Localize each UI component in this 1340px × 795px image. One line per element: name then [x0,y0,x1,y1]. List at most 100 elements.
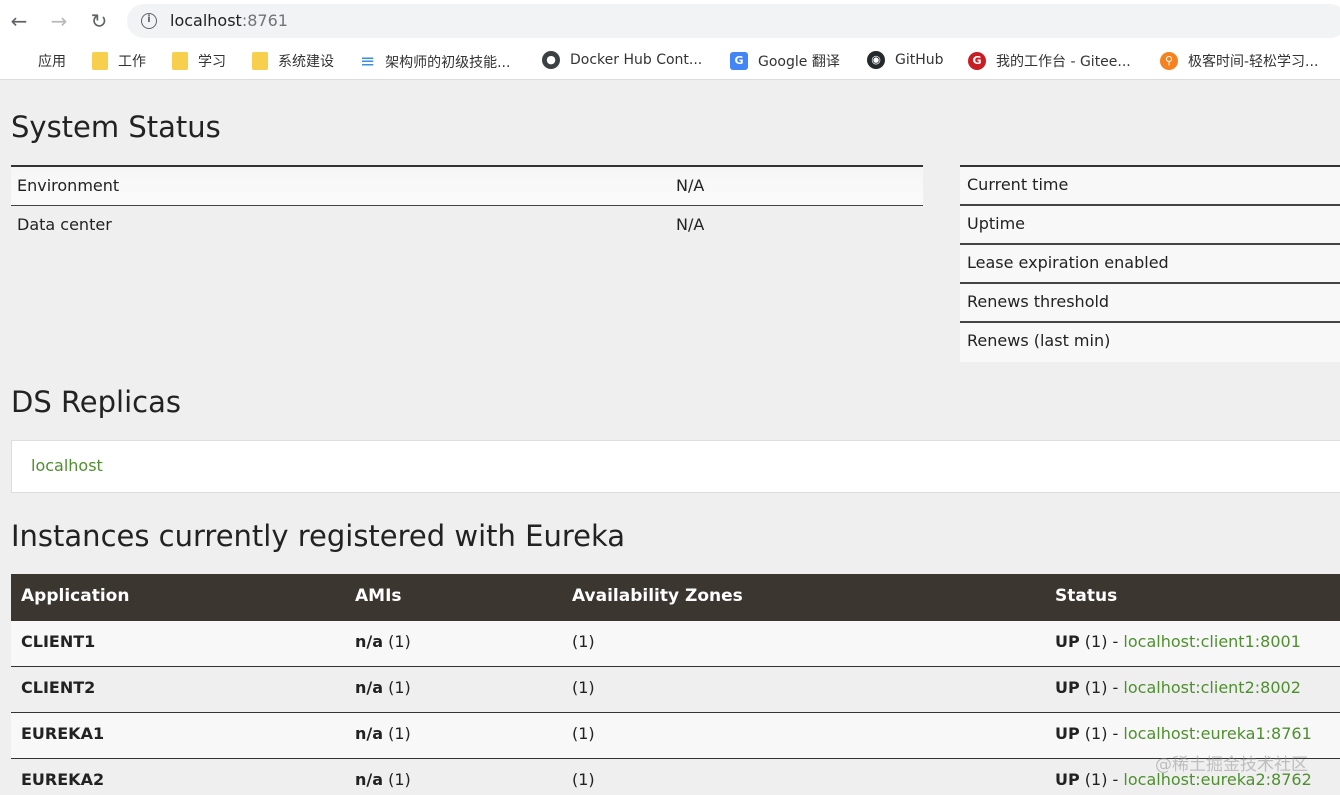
bookmark-github[interactable]: ◉ GitHub [867,51,944,69]
table-row: Renews (last min) [960,323,1340,362]
bookmark-system-build[interactable]: 系统建设 [252,51,334,71]
replica-link[interactable]: localhost [31,456,103,475]
status-count: (1) - [1079,770,1124,789]
bookmark-google-translate[interactable]: G Google 翻译 [730,51,840,71]
table-row: Uptime [960,206,1340,245]
status-count: (1) - [1079,724,1124,743]
bookmark-docker-hub[interactable]: ● Docker Hub Cont... [542,51,702,69]
status-cell: UP (1) - localhost:client1:8001 [1055,632,1301,651]
bookmark-label: Docker Hub Cont... [570,52,703,68]
bookmark-work[interactable]: 工作 [92,51,146,71]
watermark: @稀土掘金技术社区 [1155,755,1308,775]
ami-value: n/a [355,632,384,651]
table-row: EUREKA2 n/a (1) (1) UP (1) - localhost:e… [11,759,1340,795]
bookmarks-bar: 应用 工作 学习 系统建设 ≡ 架构师的初级技能... ● Docker Hub… [0,42,1340,80]
google-translate-icon: G [730,52,748,70]
table-row: CLIENT1 n/a (1) (1) UP (1) - localhost:c… [11,621,1340,667]
folder-icon [172,52,188,70]
bookmark-study[interactable]: 学习 [172,51,226,71]
status-cell: UP (1) - localhost:eureka1:8761 [1055,724,1312,743]
reload-icon[interactable]: ↻ [86,8,112,34]
bookmark-gitee[interactable]: G 我的工作台 - Gitee... [968,51,1131,71]
status-key: Environment [17,176,120,195]
geektime-icon: ⚲ [1160,52,1178,70]
ami-cell: n/a (1) [355,724,411,743]
bookmark-label: 我的工作台 - Gitee... [996,54,1131,70]
status-value: N/A [676,215,705,234]
instance-link[interactable]: localhost:client1:8001 [1123,632,1300,651]
table-header: Application AMIs Availability Zones Stat… [11,574,1340,621]
address-bar[interactable]: i localhost:8761 [127,4,1340,38]
table-row: Environment N/A [11,167,923,206]
ami-cell: n/a (1) [355,770,411,789]
instance-link[interactable]: localhost:eureka1:8761 [1123,724,1311,743]
zone-cell: (1) [572,678,595,697]
bookmark-label: 极客时间-轻松学习... [1188,54,1319,70]
zone-cell: (1) [572,724,595,743]
app-name: CLIENT1 [21,632,96,651]
system-info-table: Current time Uptime Lease expiration ena… [960,165,1340,362]
url-text[interactable]: localhost:8761 [170,11,288,30]
url-port: :8761 [241,11,288,30]
header-availability-zones: Availability Zones [572,586,743,606]
bookmark-label: 应用 [38,54,66,70]
ds-replicas-title: DS Replicas [11,385,181,419]
status-count: (1) - [1079,632,1124,651]
header-amis: AMIs [355,586,402,606]
status-value: UP [1055,632,1080,651]
app-name: EUREKA1 [21,724,105,743]
ami-value: n/a [355,678,384,697]
ami-cell: n/a (1) [355,678,411,697]
gitee-icon: G [968,52,986,70]
system-status-title: System Status [11,110,221,144]
status-key: Data center [17,215,112,234]
bookmark-label: 工作 [118,54,146,70]
docker-icon: ● [542,51,560,69]
zone-cell: (1) [572,632,595,651]
instances-title: Instances currently registered with Eure… [11,519,626,553]
info-key: Renews threshold [967,292,1110,311]
app-name: CLIENT2 [21,678,96,697]
github-icon: ◉ [867,51,885,69]
ami-value: n/a [355,770,384,789]
status-value: UP [1055,724,1080,743]
bookmark-label: GitHub [895,52,944,68]
ami-count: (1) [383,678,411,697]
bookmark-label: 系统建设 [278,54,334,70]
folder-icon [92,52,108,70]
table-row: Renews threshold [960,284,1340,323]
info-key: Current time [967,175,1069,194]
info-key: Uptime [967,214,1026,233]
bookmark-geektime[interactable]: ⚲ 极客时间-轻松学习... [1160,51,1318,71]
back-arrow-icon[interactable]: ← [6,8,32,34]
table-row: Lease expiration enabled [960,245,1340,284]
info-key: Lease expiration enabled [967,253,1169,272]
bookmark-label: 架构师的初级技能... [385,54,511,71]
instances-table: Application AMIs Availability Zones Stat… [11,574,1340,795]
bookmark-label: 学习 [198,54,226,70]
folder-icon [252,52,268,70]
table-row: EUREKA1 n/a (1) (1) UP (1) - localhost:e… [11,713,1340,759]
info-key: Renews (last min) [967,331,1111,350]
bookmark-apps[interactable]: 应用 [12,51,66,71]
status-value: UP [1055,770,1080,789]
table-row: CLIENT2 n/a (1) (1) UP (1) - localhost:c… [11,667,1340,713]
ami-value: n/a [355,724,384,743]
layers-icon: ≡ [360,51,376,72]
header-application: Application [21,586,130,606]
app-name: EUREKA2 [21,770,105,789]
info-icon[interactable]: i [141,13,157,29]
status-value: N/A [676,176,705,195]
bookmark-architect[interactable]: ≡ 架构师的初级技能... [360,51,510,72]
ami-count: (1) [383,632,411,651]
header-status: Status [1055,586,1118,606]
instance-link[interactable]: localhost:client2:8002 [1123,678,1300,697]
system-status-table: Environment N/A Data center N/A [11,165,923,245]
status-value: UP [1055,678,1080,697]
forward-arrow-icon[interactable]: → [46,8,72,34]
url-host: localhost [170,11,242,30]
ami-count: (1) [383,770,411,789]
status-cell: UP (1) - localhost:client2:8002 [1055,678,1301,697]
ds-replicas-list: localhost [11,440,1340,493]
ami-count: (1) [383,724,411,743]
